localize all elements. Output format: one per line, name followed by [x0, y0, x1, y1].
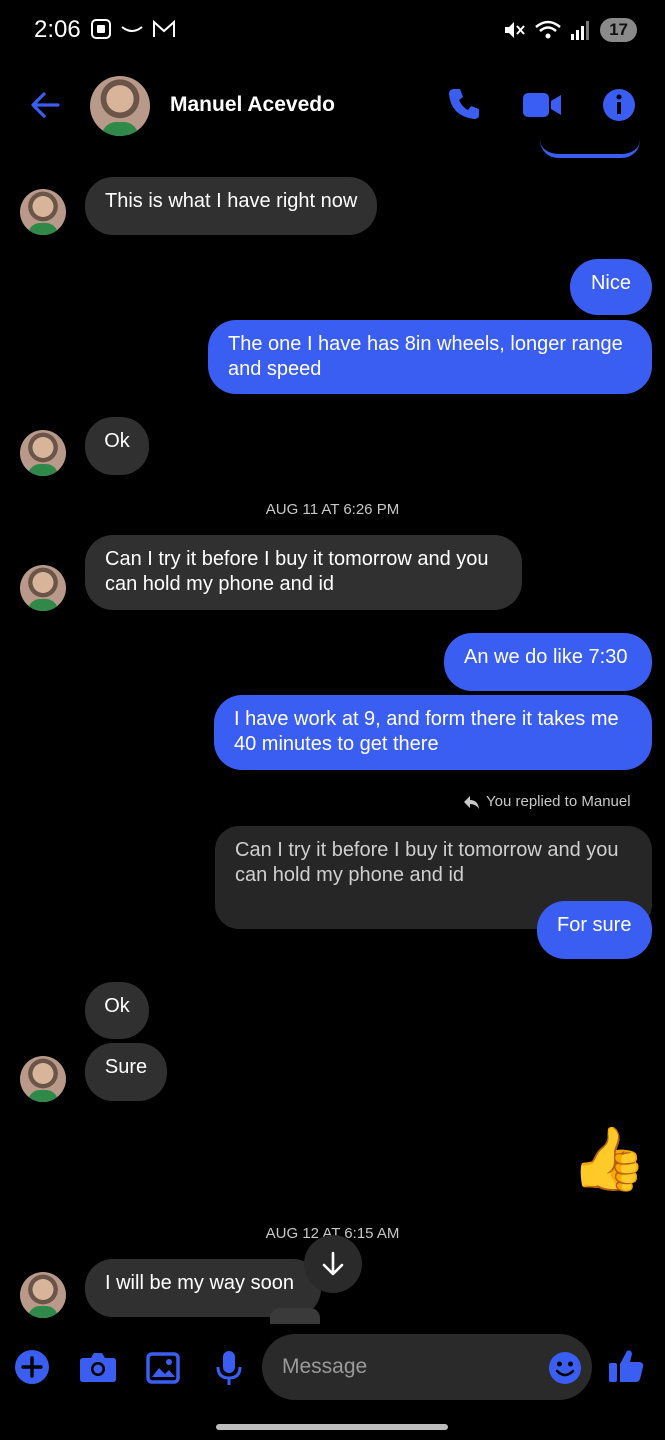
incoming-message[interactable]: Sure	[85, 1043, 167, 1101]
message-input[interactable]: Message	[262, 1334, 592, 1400]
microphone-icon	[216, 1351, 242, 1385]
info-icon	[603, 89, 635, 121]
gmail-icon	[153, 19, 175, 37]
status-icons-right: 17	[502, 18, 637, 42]
send-like-button[interactable]	[607, 1347, 645, 1390]
thumbs-up-reaction-message[interactable]: 👍	[570, 1120, 647, 1200]
emoji-button[interactable]	[548, 1351, 582, 1390]
outgoing-message[interactable]: Nice	[570, 259, 652, 315]
wifi-icon	[535, 20, 561, 39]
back-button[interactable]	[28, 88, 62, 127]
outgoing-message[interactable]: I have work at 9, and form there it take…	[214, 695, 652, 770]
video-call-button[interactable]	[522, 90, 562, 125]
thumbs-up-icon	[609, 1350, 644, 1382]
image-icon	[146, 1352, 180, 1384]
arrow-down-icon	[322, 1251, 344, 1276]
reply-note-text: You replied to Manuel	[486, 793, 631, 810]
previous-message-edge	[540, 140, 640, 158]
info-button[interactable]	[602, 88, 636, 127]
incoming-message[interactable]: Ok	[85, 417, 149, 475]
incoming-message[interactable]: Ok	[85, 982, 149, 1039]
video-camera-icon	[523, 93, 561, 117]
outgoing-message[interactable]: The one I have has 8in wheels, longer ra…	[208, 320, 652, 394]
signal-icon	[571, 21, 590, 40]
reaction-peek	[270, 1308, 320, 1324]
gallery-button[interactable]	[146, 1352, 180, 1389]
avatar	[20, 1056, 66, 1102]
avatar	[20, 189, 66, 235]
contact-avatar[interactable]	[90, 76, 150, 136]
status-time: 2:06	[34, 16, 81, 43]
battery-indicator: 17	[600, 18, 637, 42]
voice-message-button[interactable]	[215, 1350, 243, 1391]
avatar	[20, 430, 66, 476]
mute-icon	[505, 22, 525, 38]
avatar	[20, 1272, 66, 1318]
incoming-message[interactable]: Can I try it before I buy it tomorrow an…	[85, 535, 522, 610]
camera-button[interactable]	[79, 1350, 117, 1389]
amazon-icon	[121, 26, 143, 32]
outgoing-message[interactable]: For sure	[537, 901, 652, 959]
screenshot-icon	[91, 19, 111, 39]
emoji-icon	[549, 1352, 581, 1384]
phone-icon	[449, 89, 479, 119]
status-icons-left	[90, 18, 176, 40]
scroll-to-bottom-button[interactable]	[304, 1235, 362, 1293]
reply-indicator: You replied to Manuel	[462, 793, 631, 810]
reply-icon	[464, 795, 479, 809]
outgoing-message[interactable]: An we do like 7:30	[444, 633, 652, 691]
message-placeholder: Message	[282, 1355, 368, 1378]
home-indicator	[216, 1424, 448, 1430]
avatar	[20, 565, 66, 611]
voice-call-button[interactable]	[446, 86, 482, 127]
more-actions-button[interactable]	[14, 1349, 50, 1390]
incoming-message[interactable]: This is what I have right now	[85, 177, 378, 235]
back-arrow-icon	[31, 92, 60, 118]
plus-icon	[15, 1350, 49, 1384]
camera-icon	[80, 1353, 116, 1382]
timestamp: AUG 11 AT 6:26 PM	[265, 501, 400, 518]
contact-name[interactable]: Manuel Acevedo	[170, 93, 335, 117]
